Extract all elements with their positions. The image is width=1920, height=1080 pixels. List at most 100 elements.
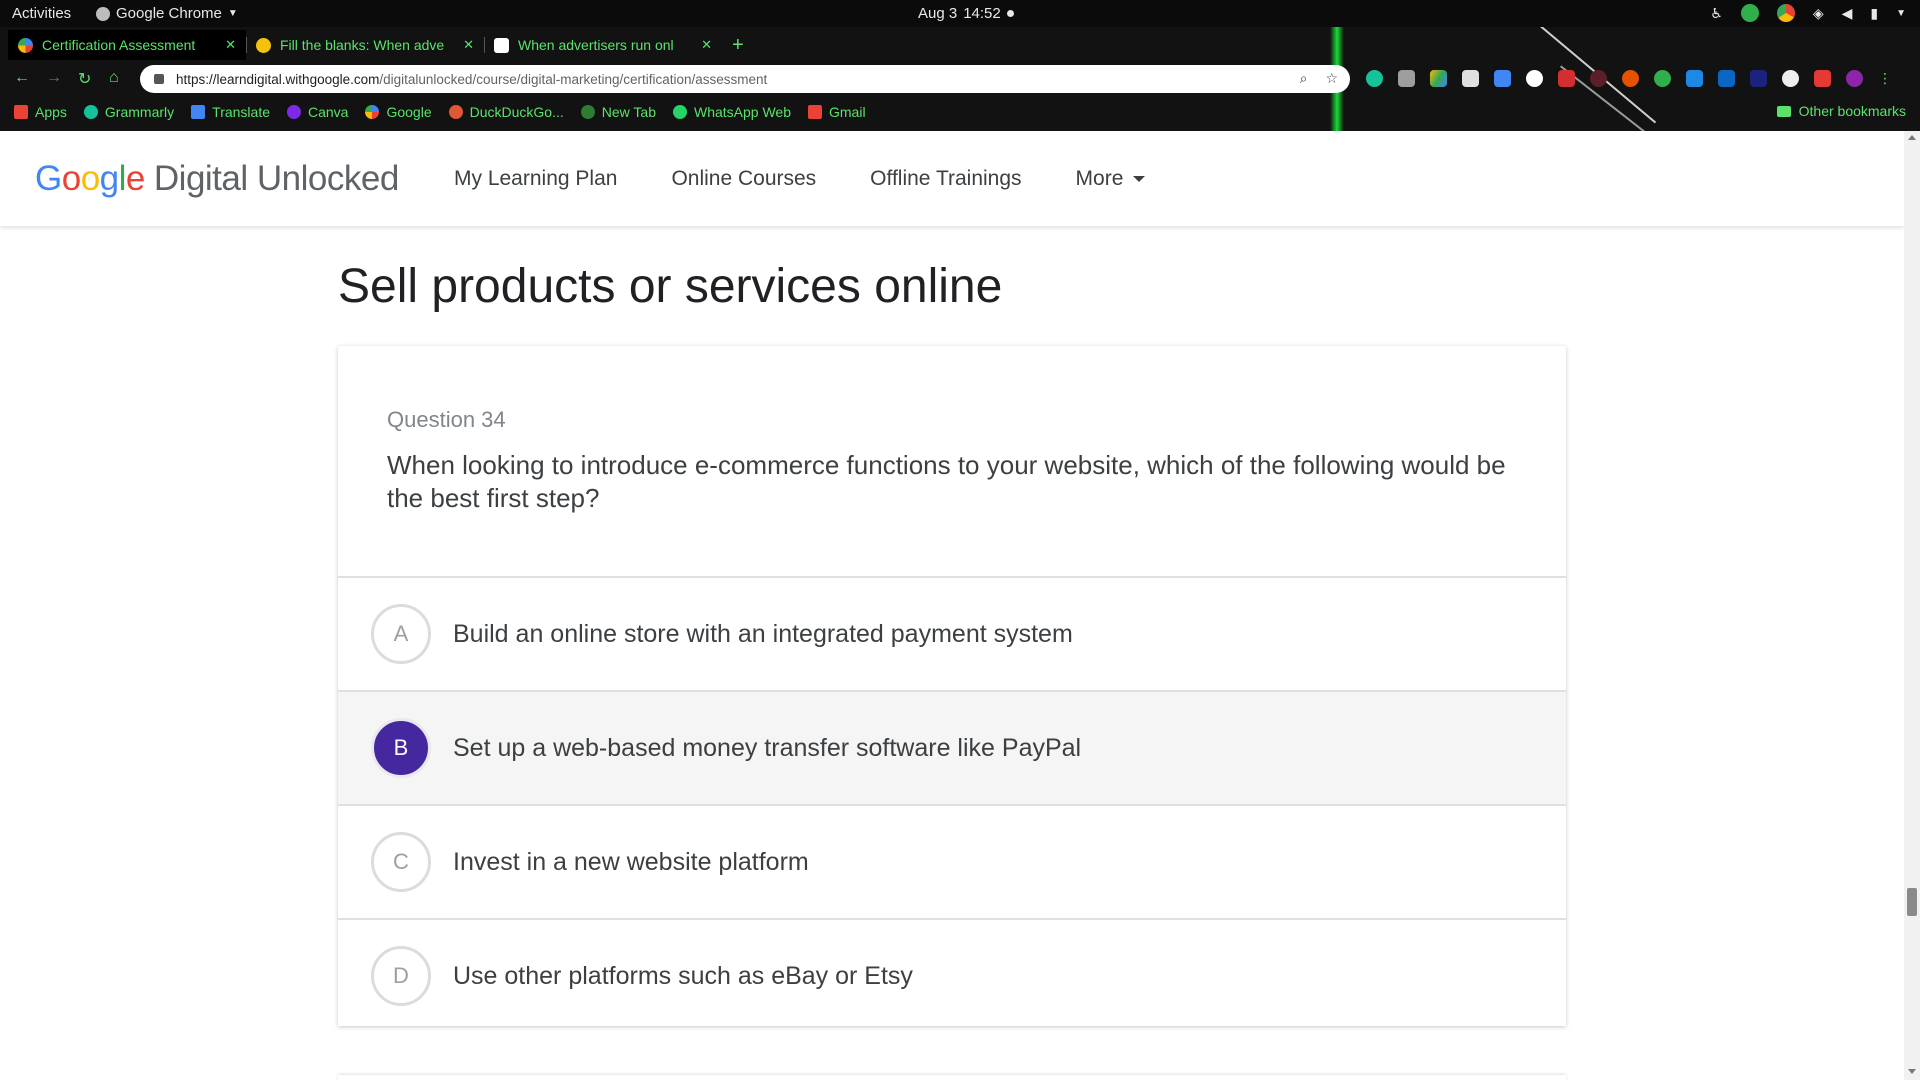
bookmark-new-tab[interactable]: New Tab [580,104,656,120]
close-icon[interactable]: ✕ [463,37,474,53]
extension-icon[interactable] [1590,70,1607,87]
option-text: Set up a web-based money transfer softwa… [453,733,1082,762]
toolbar: ← → ↻ ⌂ https://learndigital.withgoogle.… [0,63,1920,95]
new-tab-button[interactable]: + [732,34,744,57]
bookmark-gmail[interactable]: Gmail [808,104,866,120]
option-letter-badge: C [371,832,431,892]
app-menu-label: Google Chrome [116,5,222,22]
bookmark-translate[interactable]: Translate [191,104,270,120]
new-tab-icon [580,105,595,119]
bookmark-label: Google [386,104,432,120]
system-menu-caret-icon[interactable]: ▼ [1896,8,1906,19]
tab-title: Certification Assessment [42,37,196,53]
url-path: /digitalunlocked/course/digital-marketin… [379,71,768,87]
answer-option-d[interactable]: D Use other platforms such as eBay or Et… [338,918,1566,1032]
hangouts-tray-icon[interactable] [1740,4,1759,22]
bookmarks-bar: Apps Grammarly Translate Canva Google Du… [0,97,1920,127]
drive-extension-icon[interactable] [1430,70,1447,87]
next-card-edge [338,1075,1566,1080]
forward-icon[interactable]: → [46,69,62,87]
tab-strip: Certification Assessment ✕ Fill the blan… [8,30,744,60]
grammarly-extension-icon[interactable] [1366,70,1383,87]
clock[interactable]: Aug 3 14:52 [918,5,1014,22]
system-tray[interactable]: ♿ ◈ ◀ ▮ ▼ [1710,4,1906,22]
b-favicon-icon [494,37,509,53]
chrome-app-icon [96,6,110,21]
close-icon[interactable]: ✕ [225,37,236,53]
tab-when-advertisers[interactable]: When advertisers run onl ✕ [484,30,722,60]
page-scrollbar[interactable] [1904,131,1920,1080]
extension-icon[interactable] [1814,70,1831,87]
lock-icon [154,74,164,84]
chrome-tray-icon[interactable] [1776,4,1795,22]
extension-icon[interactable] [1654,70,1671,87]
nav-offline-trainings[interactable]: Offline Trainings [870,167,1021,191]
option-letter-badge: B [371,718,431,778]
bookmark-label: Translate [212,104,270,120]
extension-icon[interactable] [1526,70,1543,87]
bookmark-duckduckgo[interactable]: DuckDuckGo... [448,104,564,120]
caret-down-icon [1133,176,1146,182]
option-text: Build an online store with an integrated… [453,619,1073,648]
other-bookmarks[interactable]: Other bookmarks [1776,103,1906,119]
activities-button[interactable]: Activities [12,5,71,22]
extension-icon[interactable] [1558,70,1575,87]
google-digital-unlocked-logo[interactable]: Google Digital Unlocked [35,159,399,199]
grammarly-icon [83,105,98,119]
address-bar[interactable]: https://learndigital.withgoogle.com /dig… [140,65,1350,93]
bookmark-canva[interactable]: Canva [287,104,348,120]
app-menu[interactable]: Google Chrome ▼ [96,5,238,22]
url-host: https://learndigital.withgoogle.com [176,71,380,87]
extension-icon[interactable] [1686,70,1703,87]
section-title: Sell products or services online [338,260,1003,313]
extension-icon[interactable] [1622,70,1639,87]
menu-kebab-icon[interactable]: ⋮ [1878,70,1892,87]
zoom-icon[interactable]: ⌕ [1300,70,1308,87]
tab-fill-the-blanks[interactable]: Fill the blanks: When adve ✕ [246,30,484,60]
close-icon[interactable]: ✕ [701,37,712,53]
extension-icon[interactable] [1782,70,1799,87]
nav-online-courses[interactable]: Online Courses [671,167,816,191]
whatsapp-icon [672,105,687,119]
answer-option-a[interactable]: A Build an online store with an integrat… [338,576,1566,690]
bookmark-label: Gmail [829,104,866,120]
answer-options: A Build an online store with an integrat… [338,576,1566,1032]
question-card: Question 34 When looking to introduce e-… [338,346,1566,1026]
bookmark-whatsapp[interactable]: WhatsApp Web [672,104,791,120]
mail-extension-icon[interactable] [1462,70,1479,87]
bookmark-apps[interactable]: Apps [14,104,67,120]
reload-icon[interactable]: ↻ [78,69,91,89]
calendar-extension-icon[interactable] [1494,70,1511,87]
bookmark-label: Canva [308,104,349,120]
nav-more[interactable]: More [1076,167,1146,191]
clock-date: Aug 3 [918,5,958,22]
bookmark-google[interactable]: Google [365,104,432,120]
clock-time: 14:52 [963,5,1001,22]
gmail-icon [808,105,822,119]
bookmark-star-icon[interactable]: ☆ [1325,70,1338,87]
back-icon[interactable]: ← [14,69,30,87]
notification-dot-icon [1006,10,1014,17]
accessibility-icon[interactable]: ♿ [1710,5,1723,22]
option-text: Invest in a new website platform [453,847,809,876]
answer-option-c[interactable]: C Invest in a new website platform [338,804,1566,918]
bookmark-label: DuckDuckGo... [469,104,564,120]
main-nav: My Learning Plan Online Courses Offline … [454,167,1146,191]
profile-avatar-icon[interactable] [1846,70,1863,87]
tab-certification-assessment[interactable]: Certification Assessment ✕ [8,30,246,60]
linkedin-extension-icon[interactable] [1718,70,1735,87]
bookmark-grammarly[interactable]: Grammarly [83,104,174,120]
nav-my-learning-plan[interactable]: My Learning Plan [454,167,617,191]
extensions-bar: ⋮ [1366,70,1892,87]
tab-title: When advertisers run onl [518,37,674,53]
nav-more-label: More [1075,167,1124,190]
scrollbar-thumb[interactable] [1907,888,1917,916]
home-icon[interactable]: ⌂ [109,69,119,87]
scroll-down-icon[interactable] [1908,1069,1916,1074]
scroll-up-icon[interactable] [1908,135,1916,140]
google-wordmark: Google [35,159,145,198]
duckduckgo-icon [448,105,463,119]
answer-option-b[interactable]: B Set up a web-based money transfer soft… [338,690,1566,804]
extension-icon[interactable] [1750,70,1767,87]
extension-icon[interactable] [1398,70,1415,87]
